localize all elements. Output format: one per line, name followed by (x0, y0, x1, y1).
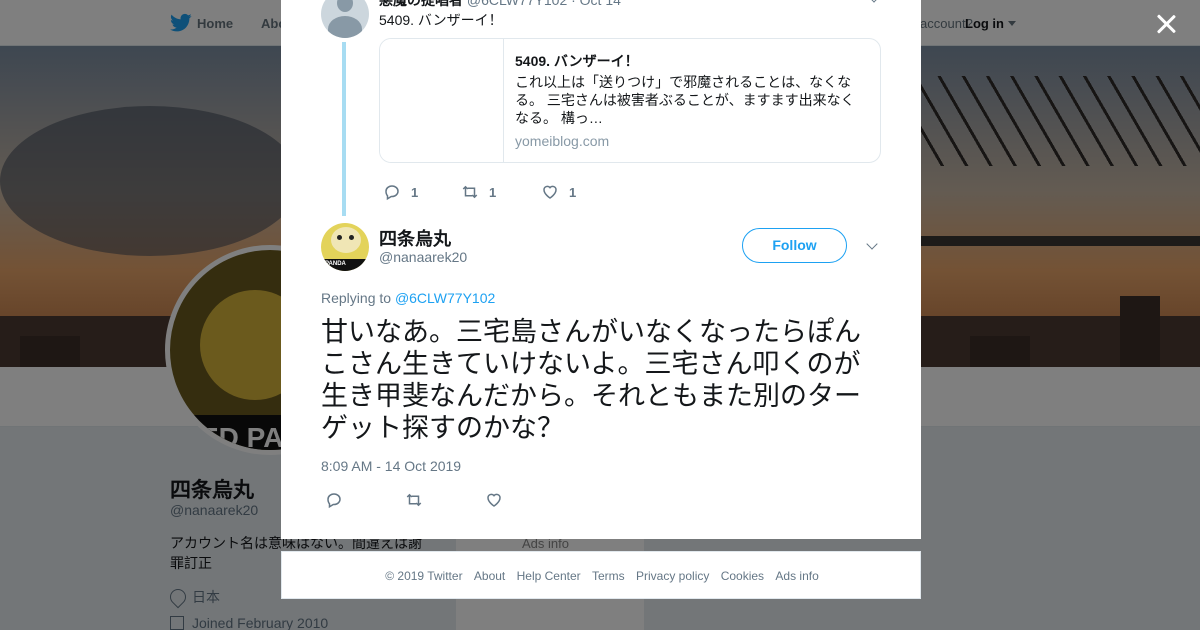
parent-tweet-name[interactable]: 悪魔の提唱者 (379, 0, 463, 8)
main-tweet-name[interactable]: 四条烏丸 (379, 225, 451, 251)
parent-tweet-header: 悪魔の提唱者 @6CLW77Y102 · Oct 14 (379, 0, 621, 10)
main-tweet-handle[interactable]: @nanaarek20 (379, 249, 467, 265)
chevron-down-icon[interactable] (868, 0, 880, 3)
card-domain: yomeiblog.com (515, 133, 610, 149)
heart-icon (487, 493, 501, 507)
panda-eye (349, 235, 354, 240)
retweet-button[interactable] (405, 490, 433, 510)
footer-copyright: © 2019 Twitter (385, 569, 463, 583)
tweet-permalink-modal: 悪魔の提唱者 @6CLW77Y102 · Oct 14 5409. バンザーイ！… (281, 0, 921, 539)
reply-count: 1 (411, 184, 419, 200)
reply-button[interactable]: 1 (383, 182, 418, 202)
retweet-button[interactable]: 1 (461, 182, 496, 202)
panda-eye (337, 235, 342, 240)
heart-icon (543, 185, 557, 199)
default-avatar-body (328, 16, 362, 38)
retweet-icon (406, 493, 422, 507)
footer-about-link[interactable]: About (474, 569, 505, 583)
footer-ads-link[interactable]: Ads info (775, 569, 818, 583)
avatar-text: PANDA (325, 261, 346, 267)
main-tweet-avatar[interactable]: PANDA (321, 223, 369, 271)
close-icon[interactable] (1152, 10, 1180, 38)
replying-to: Replying to @6CLW77Y102 (321, 290, 495, 306)
default-avatar-head (337, 0, 353, 12)
like-button[interactable]: 1 (541, 182, 576, 202)
reply-button[interactable] (325, 490, 353, 510)
modal-footer: © 2019 Twitter About Help Center Terms P… (281, 551, 921, 599)
footer-links: © 2019 Twitter About Help Center Terms P… (282, 569, 922, 583)
retweet-count: 1 (489, 184, 497, 200)
replying-to-link[interactable]: @6CLW77Y102 (395, 290, 495, 306)
reply-icon (385, 185, 399, 201)
footer-terms-link[interactable]: Terms (592, 569, 625, 583)
follow-button[interactable]: Follow (742, 228, 847, 263)
chevron-down-icon[interactable] (866, 238, 878, 250)
like-count: 1 (569, 184, 577, 200)
footer-cookies-link[interactable]: Cookies (721, 569, 764, 583)
parent-tweet-avatar[interactable] (321, 0, 369, 38)
like-button[interactable] (485, 490, 513, 510)
thread-connector-line (342, 42, 346, 216)
link-preview-card[interactable]: 5409. バンザーイ！ これ以上は「送りつけ」で邪魔されることは、なくなる。 … (379, 38, 881, 163)
replying-to-prefix: Replying to (321, 290, 392, 306)
footer-help-link[interactable]: Help Center (517, 569, 581, 583)
footer-privacy-link[interactable]: Privacy policy (636, 569, 709, 583)
retweet-icon (462, 185, 478, 199)
card-thumbnail (380, 39, 504, 162)
panda-face (331, 227, 361, 253)
parent-tweet-handle-date[interactable]: @6CLW77Y102 · Oct 14 (467, 0, 621, 8)
main-tweet-text: 甘いなあ。三宅島さんがいなくなったらぽんこさん生きていけないよ。三宅さん叩くのが… (321, 317, 861, 443)
reply-icon (327, 493, 341, 509)
card-description: これ以上は「送りつけ」で邪魔されることは、なくなる。 三宅さんは被害者ぶることが… (515, 74, 855, 126)
tweet-timestamp[interactable]: 8:09 AM - 14 Oct 2019 (321, 458, 461, 474)
card-title: 5409. バンザーイ！ (515, 53, 639, 69)
parent-tweet-text: 5409. バンザーイ！ (379, 12, 503, 28)
